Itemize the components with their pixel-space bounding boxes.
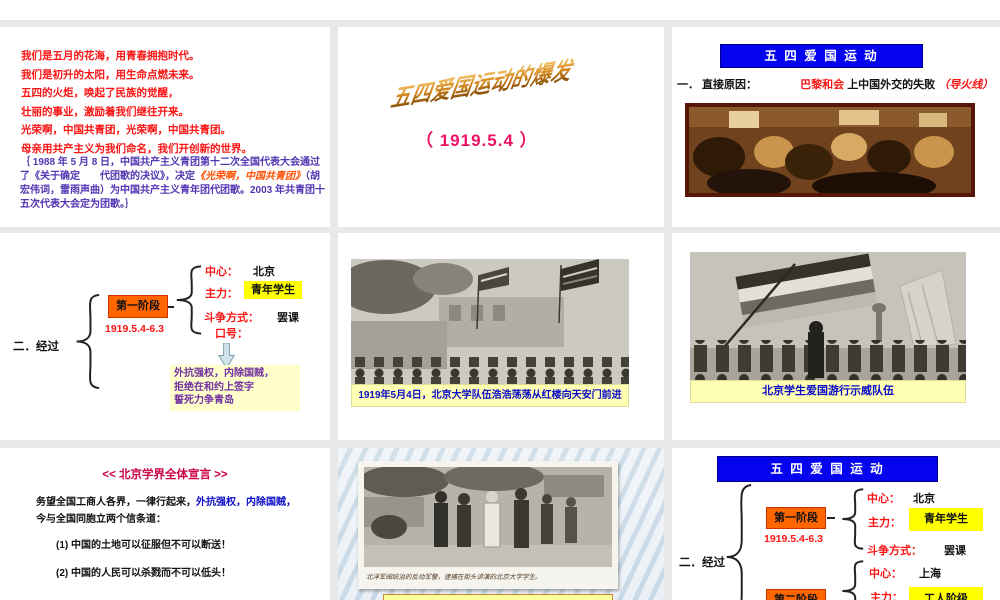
slogan-line: 誓死力争青岛	[174, 395, 234, 406]
force2-label: 主力：	[870, 592, 903, 600]
banner-title: 五 四 爱 国 运 动	[717, 456, 938, 482]
brace	[74, 293, 100, 390]
gutter	[0, 440, 1000, 448]
center2-value: 上海	[919, 568, 941, 580]
gutter	[0, 20, 1000, 27]
brace	[840, 488, 864, 550]
declaration-text: 今与全国同胞立两个信条道：	[36, 514, 166, 525]
center-label: 中心：	[205, 266, 238, 278]
title-date: （ 1919.5.4 ）	[416, 131, 538, 150]
slide-arrest-photo[interactable]: 北洋军阀统治的反动军警，逮捕在街头讲演的北京大学学生。	[338, 448, 664, 600]
note-highlight: 《光荣啊，中国共青团》	[195, 171, 305, 182]
center1-label: 中心：	[867, 493, 900, 505]
force1-label: 主力：	[868, 517, 901, 529]
slide-direct-cause[interactable]: 五 四 爱 国 运 动 一． 直接原因： 巴黎和会 上中国外交的失败 （导火线）	[672, 27, 1000, 227]
force-value-highlight: 青年学生	[244, 281, 302, 299]
cause-rest-text: 上中国外交的失败	[847, 79, 936, 91]
section-label: 二．经过	[13, 341, 59, 353]
photo-arrest-frame: 北洋军阀统治的反动军警，逮捕在街头讲演的北京大学学生。	[358, 461, 618, 589]
cause-item-label: 一． 直接原因：	[677, 79, 758, 91]
slide-parade-photo[interactable]: 北京学生爱国游行示威队伍	[672, 233, 1000, 440]
center1-value: 北京	[913, 493, 935, 505]
stage2-box: 第二阶段	[766, 589, 826, 600]
section-label: 二．经过	[679, 557, 725, 569]
cause-line: 一． 直接原因： 巴黎和会 上中国外交的失败 （导火线）	[677, 76, 993, 92]
declaration-text: 务望全国工商人各界，一律行起来，	[36, 497, 196, 508]
force1-value-highlight: 青年学生	[909, 508, 983, 531]
stage1-box: 第一阶段	[766, 507, 826, 529]
force-label: 主力：	[205, 288, 238, 300]
declaration-paragraph: 务望全国工商人各界，一律行起来，外抗强权，内除国贼， 今与全国同胞立两个信条道：	[36, 494, 304, 528]
anthem-poem: 我们是五月的花海，用青春拥抱时代。 我们是初升的太阳，用生命点燃未来。 五四的火…	[21, 47, 252, 158]
anthem-note: ｛ 1988 年 5 月 8 日，中国共产主义青团第十二次全国代表大会通过了《关…	[20, 156, 328, 212]
photo-paris-conference-frame	[685, 103, 975, 200]
method-label: 斗争方式：	[204, 312, 259, 324]
slide-anthem[interactable]: 我们是五月的花海，用青春拥抱时代。 我们是初升的太阳，用生命点燃未来。 五四的火…	[0, 27, 330, 227]
photo-parade-frame	[690, 252, 966, 380]
cause-note: （导火线）	[938, 79, 994, 91]
slide-beida-march[interactable]: 1919年5月4日，北京大学队伍浩浩荡荡从红楼向天安门前进	[338, 233, 664, 440]
photo-caption: 1919年5月4日，北京大学队伍浩浩荡荡从红楼向天安门前进	[351, 384, 629, 407]
poem-line: 我们是初升的太阳，用生命点燃未来。	[21, 68, 200, 81]
declaration-item-2: (2) 中国的人民可以杀戮而不可以低头！	[56, 568, 231, 579]
poem-line: 我们是五月的花海，用青春拥抱时代。	[21, 50, 200, 62]
slide-declaration[interactable]: << 北京学界全体宣言 >> 务望全国工商人各界，一律行起来，外抗强权，内除国贼…	[0, 448, 330, 600]
wordart-title: 五四爱国运动的爆发	[387, 49, 581, 114]
poem-line: 壮丽的事业，激励着我们继往开来。	[21, 105, 189, 118]
slogan-label: 口号：	[215, 328, 248, 340]
method1-value: 罢课	[944, 545, 966, 557]
banner-title: 五 四 爱 国 运 动	[720, 44, 923, 68]
slogan-box: 外抗强权，内除国贼， 拒绝在和约上签字 誓死力争青岛	[170, 365, 300, 411]
brace	[724, 482, 752, 600]
photo-caption: 北京学生爱国游行示威队伍	[690, 380, 966, 403]
method-value: 罢课	[277, 312, 299, 324]
photo-arrest	[364, 467, 612, 567]
method1-label: 斗争方式：	[867, 545, 922, 557]
gutter	[330, 20, 338, 600]
declaration-title: << 北京学界全体宣言 >>	[102, 469, 228, 481]
slide-opening-title[interactable]: 五四爱国运动的爆发 （ 1919.5.4 ）	[338, 27, 664, 227]
center2-label: 中心：	[869, 568, 902, 580]
slide-process-overview[interactable]: 五 四 爱 国 运 动 二．经过 第一阶段 1919.5.4-6.3 中心： 北…	[672, 448, 1000, 600]
gutter	[664, 20, 672, 600]
photo-parade	[690, 252, 966, 380]
stage1-date: 1919.5.4-6.3	[764, 533, 823, 545]
stage1-box: 第一阶段	[108, 295, 168, 318]
cause-red-text: 巴黎和会	[800, 79, 845, 91]
declaration-item-1: (1) 中国的土地可以征服但不可以断送！	[56, 540, 231, 551]
photo-tiny-caption: 北洋军阀统治的反动军警，逮捕在街头讲演的北京大学学生。	[366, 574, 542, 581]
photo-beida-march	[338, 259, 629, 384]
caption-box-clipped	[383, 594, 613, 600]
slogan-line: 外抗强权，内除国贼，	[174, 368, 274, 379]
photo-paris-conference	[689, 107, 971, 200]
force2-value-highlight: 工人阶级	[909, 587, 983, 600]
brace	[840, 560, 864, 600]
center-value: 北京	[253, 266, 275, 278]
slide-process-stage1[interactable]: 二．经过 第一阶段 1919.5.4-6.3 中心： 北京 主力： 青年学生 斗…	[0, 233, 330, 440]
photo-beida-march-frame	[338, 259, 629, 384]
poem-line: 光荣啊，中国共青团，光荣啊，中国共青团。	[21, 124, 231, 136]
slogan-line: 拒绝在和约上签字	[174, 381, 254, 393]
declaration-blue-text: 外抗强权，内除国贼，	[196, 497, 296, 508]
connector	[827, 517, 835, 519]
stage1-date: 1919.5.4-6.3	[105, 323, 164, 335]
brace	[174, 265, 202, 335]
poem-line: 五四的火炬，唤起了民族的觉醒，	[21, 87, 179, 99]
